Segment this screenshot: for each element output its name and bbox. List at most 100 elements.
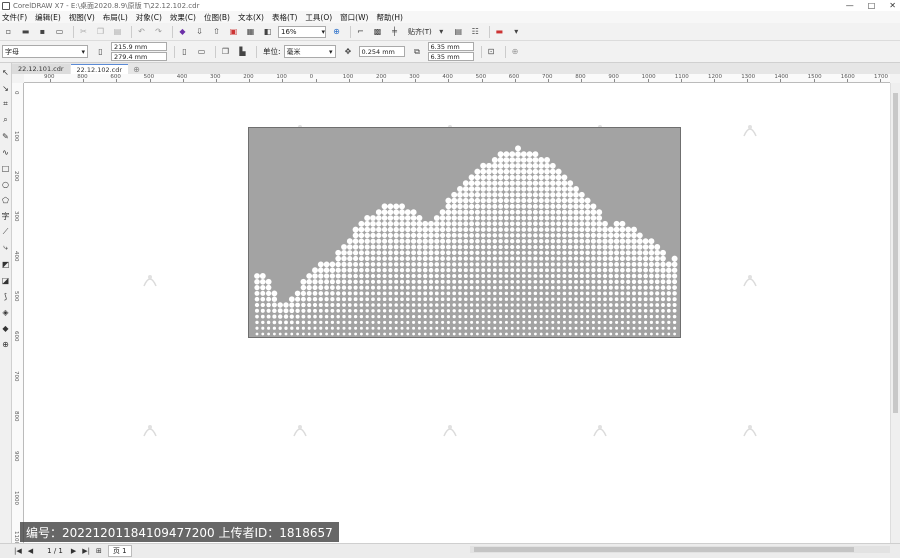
print-icon[interactable]: ▭ xyxy=(53,25,66,38)
show-grid-icon[interactable]: ▩ xyxy=(371,25,384,38)
save-icon[interactable]: ▪ xyxy=(36,25,49,38)
horizontal-scrollbar-thumb[interactable] xyxy=(474,547,854,552)
color-proof-icon[interactable]: ▬ xyxy=(493,25,506,38)
transparency-icon[interactable]: ◪ xyxy=(1,273,11,287)
redo-icon[interactable]: ↷ xyxy=(152,25,165,38)
new-tab-icon[interactable]: ⊕ xyxy=(133,65,140,74)
parallel-dimension-icon[interactable]: ⟋ xyxy=(1,225,11,239)
artistic-media-icon[interactable]: ∿ xyxy=(1,145,11,159)
chevron-down-icon[interactable]: ▾ xyxy=(510,25,523,38)
menu-file[interactable]: 文件(F) xyxy=(2,12,27,23)
pattern-dot xyxy=(317,267,324,274)
add-icon[interactable]: ⊕ xyxy=(509,45,522,58)
vertical-scrollbar[interactable] xyxy=(890,83,900,543)
horizontal-scrollbar[interactable] xyxy=(470,546,890,553)
nudge-distance-field[interactable]: 0.254 mm xyxy=(358,46,405,57)
pattern-dot xyxy=(497,174,504,181)
show-guidelines-icon[interactable]: ╪ xyxy=(388,25,401,38)
menu-table[interactable]: 表格(T) xyxy=(272,12,297,23)
polygon-tool-icon[interactable]: ⬠ xyxy=(1,193,11,207)
pattern-dot xyxy=(585,268,590,273)
pattern-dot xyxy=(416,256,422,262)
freehand-tool-icon[interactable]: ✎ xyxy=(1,129,11,143)
menu-effects[interactable]: 效果(C) xyxy=(170,12,196,23)
zoom-level-select[interactable]: 16% ▾ xyxy=(278,25,326,38)
duplicate-y-field[interactable]: 6.35 mm xyxy=(427,51,474,61)
menu-layout[interactable]: 布局(L) xyxy=(103,12,128,23)
ellipse-tool-icon[interactable]: ○ xyxy=(1,177,11,191)
menu-edit[interactable]: 编辑(E) xyxy=(35,12,61,23)
menu-view[interactable]: 视图(V) xyxy=(69,12,95,23)
current-page-icon[interactable]: ▙ xyxy=(236,45,249,58)
open-folder-icon[interactable]: ▬ xyxy=(19,25,32,38)
landscape-icon[interactable]: ▭ xyxy=(195,45,208,58)
crop-tool-icon[interactable]: ⌗ xyxy=(1,97,11,111)
interactive-fill-icon[interactable]: ◈ xyxy=(1,305,11,319)
paste-icon[interactable]: ▤ xyxy=(111,25,124,38)
options-icon[interactable]: ▤ xyxy=(452,25,465,38)
first-page-icon[interactable]: |◀ xyxy=(14,547,22,555)
eyedropper-icon[interactable]: ⟆ xyxy=(1,289,11,303)
page-width-field[interactable]: 215.9 mm xyxy=(111,41,167,51)
rectangle-tool-icon[interactable]: □ xyxy=(1,161,11,175)
page-height-field[interactable]: 279.4 mm xyxy=(111,51,167,61)
vertical-scrollbar-thumb[interactable] xyxy=(893,93,898,413)
close-icon[interactable]: ✕ xyxy=(889,1,896,10)
menu-object[interactable]: 对象(C) xyxy=(136,12,162,23)
application-launcher-icon[interactable]: ▦ xyxy=(244,25,257,38)
pattern-dot xyxy=(348,326,352,330)
all-pages-icon[interactable]: ❐ xyxy=(219,45,232,58)
last-page-icon[interactable]: ▶| xyxy=(82,547,90,555)
chevron-down-icon[interactable]: ▾ xyxy=(435,25,448,38)
zoom-tool-icon[interactable]: ⌕ xyxy=(1,113,11,127)
page-count: 1 / 1 xyxy=(47,547,63,555)
pattern-dot xyxy=(358,232,365,239)
add-page-icon[interactable]: ⊞ xyxy=(96,547,102,555)
menu-bitmaps[interactable]: 位图(B) xyxy=(204,12,230,23)
menu-help[interactable]: 帮助(H) xyxy=(376,12,403,23)
pick-tool-icon[interactable]: ↖ xyxy=(1,65,11,79)
page-tab-1[interactable]: 页 1 xyxy=(107,545,132,557)
minimize-icon[interactable]: — xyxy=(846,1,854,10)
import-icon[interactable]: ⇩ xyxy=(193,25,206,38)
pattern-dot xyxy=(278,326,282,330)
add-tool-icon[interactable]: ⊕ xyxy=(1,337,11,351)
full-screen-icon[interactable]: ⊕ xyxy=(330,25,343,38)
text-tool-icon[interactable]: 字 xyxy=(1,209,11,223)
duplicate-x-field[interactable]: 6.35 mm xyxy=(427,41,474,51)
pattern-dot xyxy=(504,256,509,261)
new-document-icon[interactable]: ▫ xyxy=(2,25,15,38)
menu-window[interactable]: 窗口(W) xyxy=(340,12,368,23)
horizontal-ruler[interactable]: 900 800 600 500 400 300 200 100 0 100 200 300 400 500… xyxy=(24,74,890,83)
show-rulers-icon[interactable]: ⌐ xyxy=(354,25,367,38)
drop-shadow-icon[interactable]: ◩ xyxy=(1,257,11,271)
next-page-icon[interactable]: ▶ xyxy=(71,547,76,555)
cut-icon[interactable]: ✂ xyxy=(77,25,90,38)
artwork-panel[interactable] xyxy=(248,127,681,338)
shape-tool-icon[interactable]: ↘ xyxy=(1,81,11,95)
tab-document-101[interactable]: 22.12.101.cdr xyxy=(12,64,70,74)
portrait-icon[interactable]: ▯ xyxy=(178,45,191,58)
menu-text[interactable]: 文本(X) xyxy=(238,12,264,23)
export-icon[interactable]: ⇧ xyxy=(210,25,223,38)
pattern-dot xyxy=(585,279,590,284)
paper-size-select[interactable]: 字母 ▾ xyxy=(2,45,88,58)
snap-to-button[interactable]: 贴齐(T) xyxy=(408,27,432,37)
pattern-dot xyxy=(608,267,614,273)
previous-page-icon[interactable]: ◀ xyxy=(28,547,33,555)
units-select[interactable]: 毫米 ▾ xyxy=(283,45,336,58)
pattern-dot xyxy=(509,192,515,198)
tab-document-102[interactable]: 22.12.102.cdr xyxy=(70,64,129,74)
maximize-icon[interactable]: □ xyxy=(868,1,876,10)
connector-tool-icon[interactable]: ⤷ xyxy=(1,241,11,255)
publish-pdf-icon[interactable]: ▣ xyxy=(227,25,240,38)
align-dynamic-guides-icon[interactable]: ☷ xyxy=(469,25,482,38)
smart-fill-icon[interactable]: ◆ xyxy=(1,321,11,335)
vertical-ruler[interactable]: 0 100 200 300 400 500 600 700 800 900 1000 1100 xyxy=(12,83,24,543)
menu-tools[interactable]: 工具(O) xyxy=(305,12,332,23)
copy-icon[interactable]: ❐ xyxy=(94,25,107,38)
edit-page-layout-icon[interactable]: ⊡ xyxy=(485,45,498,58)
undo-icon[interactable]: ↶ xyxy=(135,25,148,38)
welcome-screen-icon[interactable]: ◧ xyxy=(261,25,274,38)
search-content-icon[interactable]: ◆ xyxy=(176,25,189,38)
